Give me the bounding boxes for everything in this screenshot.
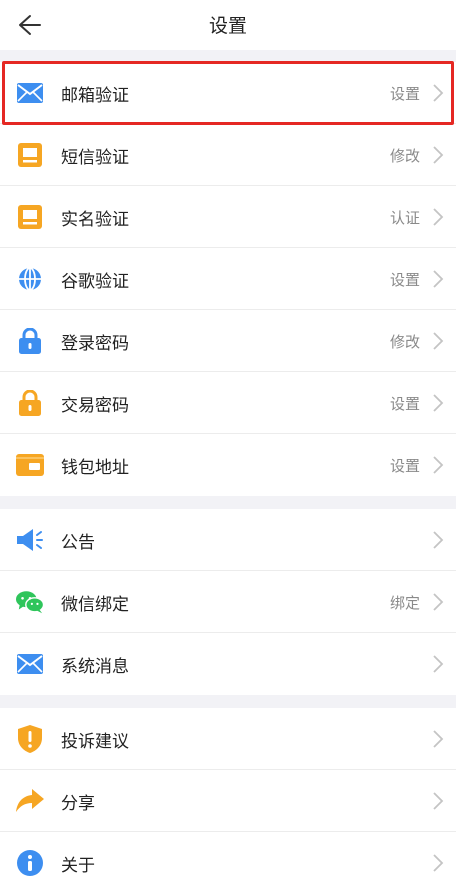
settings-item-label: 邮箱验证 [61,86,129,106]
support-group: 投诉建议 分享 关于 [0,708,456,894]
info-icon [16,850,44,876]
settings-item-value: 设置 [389,85,420,103]
settings-item-google-verification[interactable]: 谷歌验证 设置 [0,248,456,310]
settings-item-system-messages[interactable]: 系统消息 [0,633,456,695]
page-title: 设置 [208,15,247,37]
settings-item-about[interactable]: 关于 [0,832,456,894]
shield-alert-icon [16,725,44,753]
messages-group: 公告 微信绑定 绑定 系统消息 [0,509,456,695]
settings-item-label: 钱包地址 [61,458,129,478]
chevron-right-icon [433,730,444,748]
chevron-right-icon [433,146,444,164]
chevron-right-icon [433,270,444,288]
settings-item-wechat-binding[interactable]: 微信绑定 绑定 [0,571,456,633]
sms-icon [16,142,44,168]
settings-item-announcement[interactable]: 公告 [0,509,456,571]
settings-item-label: 实名验证 [61,210,129,230]
settings-item-label: 系统消息 [61,657,129,677]
megaphone-icon [16,527,44,553]
settings-item-login-password[interactable]: 登录密码 修改 [0,310,456,372]
settings-item-label: 微信绑定 [61,595,129,615]
settings-item-trade-password[interactable]: 交易密码 设置 [0,372,456,434]
globe-icon [16,266,44,292]
chevron-right-icon [433,456,444,474]
id-card-icon [16,204,44,230]
settings-item-email-verification[interactable]: 邮箱验证 设置 [0,62,456,124]
settings-item-value: 设置 [389,271,420,289]
chevron-right-icon [433,792,444,810]
chevron-right-icon [433,593,444,611]
settings-item-value: 修改 [389,147,420,165]
settings-item-sms-verification[interactable]: 短信验证 修改 [0,124,456,186]
settings-item-label: 登录密码 [61,334,129,354]
wechat-icon [16,589,44,615]
lock-icon [16,328,44,354]
settings-item-value: 认证 [389,209,420,227]
settings-item-feedback[interactable]: 投诉建议 [0,708,456,770]
settings-item-label: 短信验证 [61,148,129,168]
settings-item-realname-verification[interactable]: 实名验证 认证 [0,186,456,248]
wallet-icon [16,452,44,478]
settings-item-value: 绑定 [389,594,420,612]
settings-item-wallet-address[interactable]: 钱包地址 设置 [0,434,456,496]
mail-icon [16,80,44,106]
settings-item-label: 投诉建议 [61,732,129,752]
chevron-right-icon [433,531,444,549]
settings-item-value: 修改 [389,333,420,351]
settings-item-share[interactable]: 分享 [0,770,456,832]
chevron-right-icon [433,655,444,673]
settings-item-label: 谷歌验证 [61,272,129,292]
chevron-right-icon [433,332,444,350]
chevron-right-icon [433,394,444,412]
settings-item-label: 交易密码 [61,396,129,416]
settings-item-label: 公告 [61,533,95,553]
chevron-right-icon [433,84,444,102]
security-settings-group: 邮箱验证 设置 短信验证 修改 实名验证 认证 谷歌验证 设置 登录密码 修改 … [0,62,456,496]
settings-item-value: 设置 [389,457,420,475]
settings-item-label: 分享 [61,794,95,814]
settings-item-label: 关于 [61,856,95,876]
chevron-right-icon [433,208,444,226]
lock-orange-icon [16,390,44,416]
header-bar: 设置 [0,0,456,50]
chevron-right-icon [433,854,444,872]
settings-item-value: 设置 [389,395,420,413]
share-icon [16,788,44,814]
message-icon [16,651,44,677]
